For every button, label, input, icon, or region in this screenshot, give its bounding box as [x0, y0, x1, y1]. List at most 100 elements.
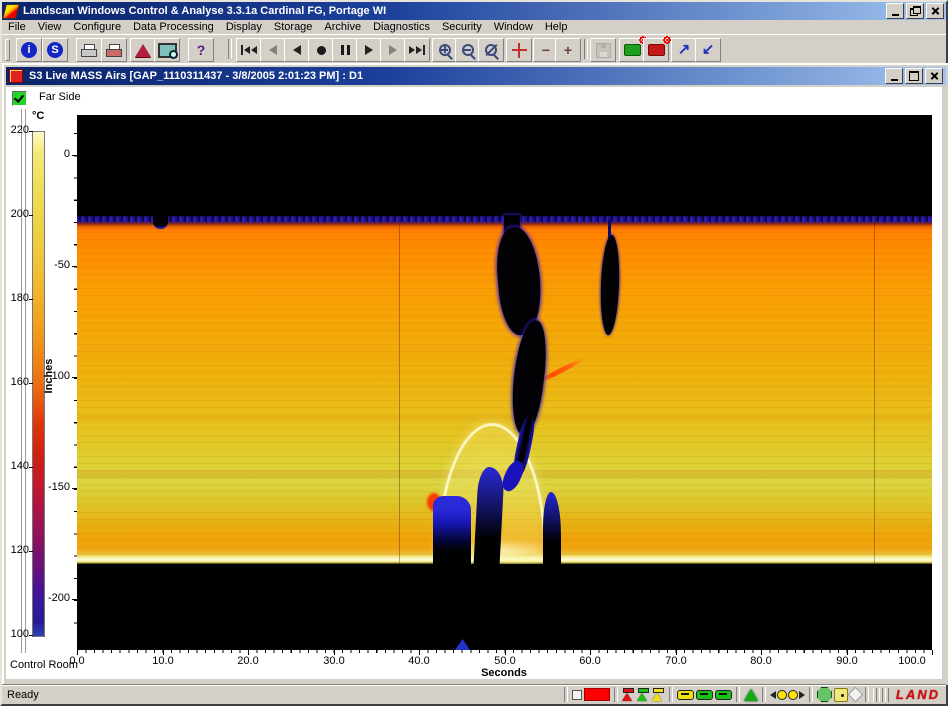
close-icon — [930, 72, 939, 81]
menu-item-data-processing[interactable]: Data Processing — [127, 20, 220, 34]
menu-item-security[interactable]: Security — [436, 20, 488, 34]
close-icon — [931, 7, 940, 16]
menu-item-configure[interactable]: Configure — [67, 20, 127, 34]
thermal-image[interactable] — [77, 115, 932, 650]
landscan-logo-icon — [2, 4, 20, 19]
play-button[interactable] — [380, 38, 406, 62]
beacon-yellow-indicator[interactable] — [651, 688, 666, 701]
octagon-indicator[interactable] — [816, 687, 833, 702]
capture-start-button[interactable] — [619, 38, 645, 62]
status-separator — [669, 687, 673, 702]
menu-item-storage[interactable]: Storage — [268, 20, 319, 34]
pause-button[interactable] — [332, 38, 358, 62]
maximize-icon — [909, 71, 919, 81]
heatmap-cold-column-2 — [473, 467, 504, 570]
status-button[interactable]: S — [42, 38, 68, 62]
save-button[interactable] — [590, 38, 616, 62]
pan-up-right-button[interactable]: ↗ — [671, 38, 697, 62]
restore-button[interactable] — [906, 3, 924, 19]
menu-item-help[interactable]: Help — [539, 20, 574, 34]
alarm-button[interactable] — [130, 38, 156, 62]
x-tick-label-70: 70.0 — [656, 655, 696, 667]
seek-start-button[interactable] — [236, 38, 262, 62]
record-icon — [317, 46, 326, 55]
colorbar-tickmark — [29, 551, 33, 552]
colorbar-tick-160: 160 — [7, 376, 29, 388]
minus-icon: − — [542, 45, 550, 55]
plus-icon: + — [564, 45, 572, 55]
status-separator — [736, 687, 740, 702]
crosshair-button[interactable] — [506, 38, 532, 62]
menu-item-display[interactable]: Display — [220, 20, 268, 34]
x-tick-label-60: 60.0 — [570, 655, 610, 667]
document-icon — [9, 69, 23, 83]
step-back-button[interactable] — [284, 38, 310, 62]
menu-item-diagnostics[interactable]: Diagnostics — [367, 20, 436, 34]
x-tick-label-30: 30.0 — [314, 655, 354, 667]
application-window: { "app": { "title": "Landscan Windows Co… — [0, 0, 948, 706]
far-side-checkbox[interactable] — [12, 91, 27, 106]
meter-yellow-indicator[interactable] — [676, 690, 695, 700]
help-button[interactable]: ? — [188, 38, 214, 62]
minimize-button[interactable] — [886, 3, 904, 19]
play-icon — [389, 45, 397, 55]
menu-item-archive[interactable]: Archive — [318, 20, 367, 34]
alarm-bar-indicator[interactable] — [583, 688, 611, 701]
beacon-red-indicator[interactable] — [621, 688, 636, 701]
range-plus-button[interactable]: + — [555, 38, 581, 62]
step-forward-button[interactable] — [356, 38, 382, 62]
x-tick-label-10: 10.0 — [143, 655, 183, 667]
document-close-button[interactable] — [925, 68, 943, 84]
info-button[interactable]: i — [16, 38, 42, 62]
meter-green-indicator-2[interactable] — [714, 690, 733, 700]
alarm-red-bar-icon — [584, 688, 610, 701]
step-forward-icon — [365, 45, 373, 55]
capture-stop-button[interactable] — [643, 38, 669, 62]
die-indicator[interactable] — [833, 688, 849, 702]
crosshair-icon — [512, 43, 527, 58]
panel-square-indicator[interactable] — [571, 690, 583, 700]
document-minimize-button[interactable] — [885, 68, 903, 84]
rewind-icon — [269, 45, 277, 55]
tree-indicator[interactable] — [743, 689, 759, 701]
rewind-button[interactable] — [260, 38, 286, 62]
x-tick-label-90: 90.0 — [827, 655, 867, 667]
pan-down-left-button[interactable]: ↙ — [695, 38, 721, 62]
seek-end-button[interactable] — [404, 38, 430, 62]
chart-area: Far Side °C 220 200 180 160 140 120 100 … — [6, 87, 942, 679]
menu-item-file[interactable]: File — [2, 20, 32, 34]
y-tick-label-n150: -150 — [42, 481, 70, 493]
flow-indicator[interactable] — [769, 690, 806, 700]
capture-stop-icon — [648, 44, 665, 56]
print-button[interactable] — [76, 38, 102, 62]
close-button[interactable] — [926, 3, 944, 19]
record-button[interactable] — [308, 38, 334, 62]
x-tick-label-40: 40.0 — [399, 655, 439, 667]
preview-button[interactable] — [154, 38, 180, 62]
beacon-green-icon — [637, 688, 650, 701]
meter-green-indicator[interactable] — [695, 690, 714, 700]
land-brand-logo: LAND — [896, 687, 940, 702]
document-maximize-button[interactable] — [905, 68, 923, 84]
colorbar-tick-100: 100 — [7, 628, 29, 640]
beacon-green-indicator[interactable] — [636, 688, 651, 701]
diamond-indicator[interactable] — [849, 689, 862, 700]
menu-item-window[interactable]: Window — [488, 20, 539, 34]
status-separator — [809, 687, 813, 702]
diamond-icon — [848, 687, 864, 703]
yellow-circle-icon — [777, 690, 787, 700]
resize-grip[interactable] — [872, 688, 890, 702]
window-title: Landscan Windows Control & Analyse 3.3.1… — [23, 5, 386, 17]
heatmap-cold-column-1 — [433, 496, 471, 570]
print-color-button[interactable] — [101, 38, 127, 62]
pause-icon — [341, 45, 350, 55]
colorbar-unit-label: °C — [32, 110, 44, 122]
step-back-icon — [293, 45, 301, 55]
colorbar-tickmark — [29, 383, 33, 384]
toolbar-grip[interactable] — [5, 39, 10, 61]
status-bar: Ready LAND — [2, 684, 946, 704]
yellow-circle-icon — [788, 690, 798, 700]
menu-item-view[interactable]: View — [32, 20, 68, 34]
zoom-off-button[interactable] — [478, 38, 504, 62]
toolbar: i S ? − + ↗ ↙ — [2, 34, 946, 64]
